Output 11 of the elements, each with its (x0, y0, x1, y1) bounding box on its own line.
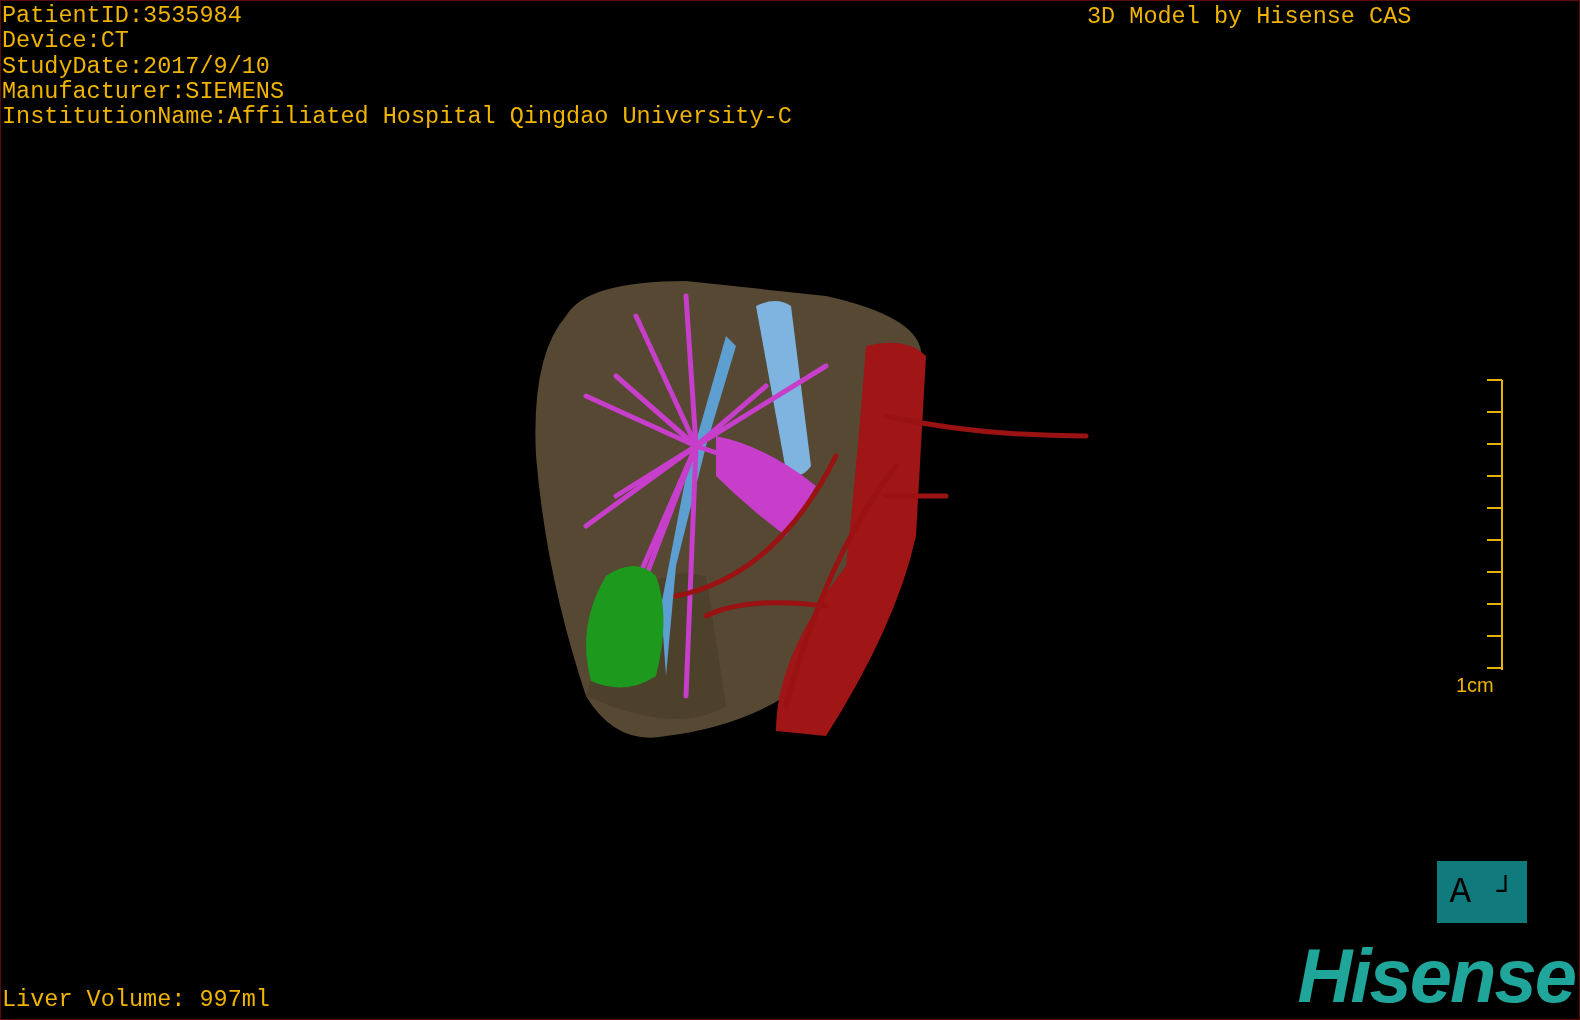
credit-text: 3D Model by Hisense CAS (1087, 4, 1412, 29)
corner-icon: ┘ (1496, 875, 1515, 909)
liver-volume-text: Liver Volume: 997ml (2, 986, 270, 1013)
info-text: Manufacturer:SIEMENS (2, 78, 286, 105)
brand-logo: Hisense (1297, 936, 1575, 1016)
scale-label: 1cm (1456, 674, 1494, 697)
info-text: Device:CT (2, 28, 130, 54)
orientation-letter: A (1449, 871, 1472, 913)
info-text: PatientID:3535984 (2, 3, 243, 29)
info-text: StudyDate:2017/9/10 (2, 53, 271, 79)
info-text: InstitutionName:Affiliated Hospital Qingdao University-C (2, 104, 792, 130)
